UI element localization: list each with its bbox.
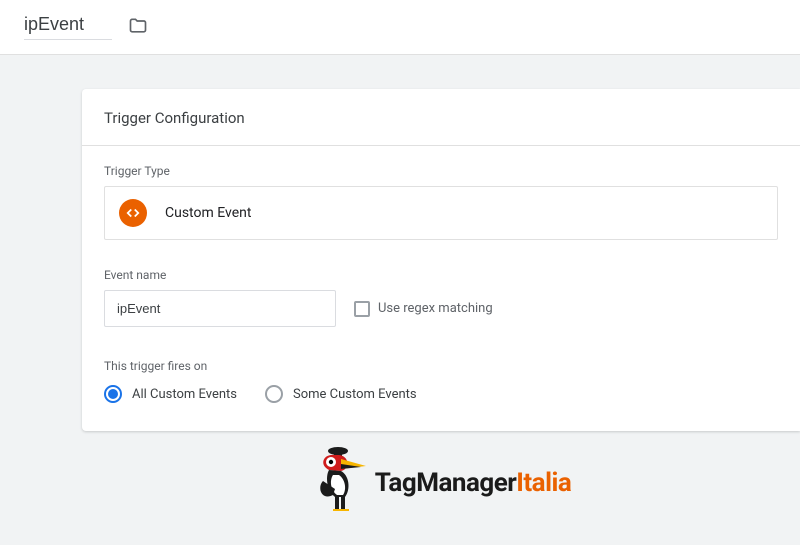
fires-on-label: This trigger fires on xyxy=(104,359,778,373)
checkbox-icon xyxy=(354,301,370,317)
radio-some-label: Some Custom Events xyxy=(293,387,417,402)
event-name-label: Event name xyxy=(104,268,778,282)
workspace: Trigger Configuration Trigger Type Custo… xyxy=(0,55,800,545)
trigger-type-label: Trigger Type xyxy=(104,164,778,178)
folder-icon[interactable] xyxy=(128,16,148,36)
custom-event-icon xyxy=(119,199,147,227)
trigger-config-card: Trigger Configuration Trigger Type Custo… xyxy=(82,89,800,431)
event-name-input[interactable] xyxy=(104,290,336,327)
trigger-type-selector[interactable]: Custom Event xyxy=(104,186,778,240)
card-title: Trigger Configuration xyxy=(82,89,800,146)
woodpecker-icon xyxy=(311,445,369,521)
radio-all-label: All Custom Events xyxy=(132,387,237,402)
footer-logo: TagManagerItalia xyxy=(82,445,800,521)
radio-all-custom-events[interactable]: All Custom Events xyxy=(104,385,237,403)
topbar xyxy=(0,0,800,55)
brand-accent: Italia xyxy=(516,468,571,498)
brand-main: TagManager xyxy=(375,468,517,498)
regex-label: Use regex matching xyxy=(378,301,493,316)
fires-on-radio-group: All Custom Events Some Custom Events xyxy=(104,385,778,403)
radio-some-custom-events[interactable]: Some Custom Events xyxy=(265,385,417,403)
radio-icon-selected xyxy=(104,385,122,403)
regex-checkbox-wrap[interactable]: Use regex matching xyxy=(354,301,493,317)
radio-icon xyxy=(265,385,283,403)
trigger-name-input[interactable] xyxy=(24,12,112,40)
trigger-type-value: Custom Event xyxy=(165,205,251,221)
brand-text: TagManagerItalia xyxy=(375,468,572,498)
